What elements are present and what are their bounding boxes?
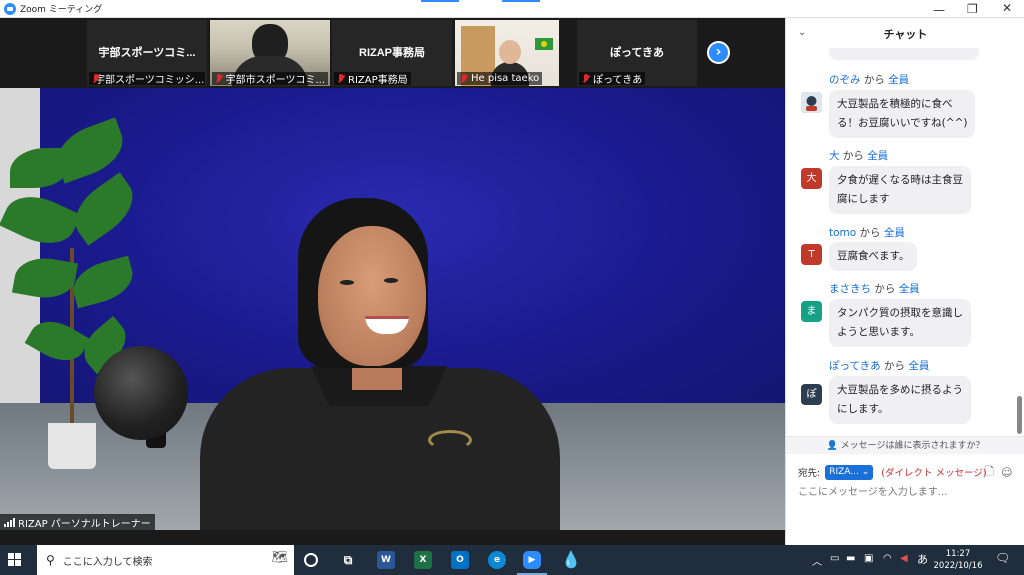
video-area: 宇部スポーツコミ... 宇部スポーツコミッシ... 宇部市スポーツコミ... R…	[0, 18, 785, 530]
windows-taskbar: ⚲ ここに入力して検索 🗺 ⧉ W X O e ▶ 💧 ︿ ▭ ▬ ▣ ◠ ◀ …	[0, 545, 1024, 575]
titlebar-accent	[421, 0, 459, 2]
message-bubble	[829, 48, 979, 60]
direct-message-label: (ダイレクト メッセージ)	[881, 468, 987, 479]
backdrop	[0, 88, 40, 418]
avatar: 大	[801, 168, 822, 189]
message-sender: ぽってきあ から 全員	[829, 360, 930, 372]
minimize-icon[interactable]: —	[933, 3, 945, 17]
task-view-icon[interactable]: ⧉	[339, 551, 357, 569]
connection-signal-icon	[4, 517, 15, 527]
word-icon[interactable]: W	[377, 551, 395, 569]
participant-video	[499, 40, 521, 64]
chat-header: ⌄ チャット — ❐ ✕	[786, 1, 1024, 48]
search-icon: ⚲	[46, 553, 55, 567]
chat-panel: ⌄ チャット — ❐ ✕ のぞみ から 全員 大豆製品を積極的に食べ る！お豆腐…	[785, 1, 1024, 545]
shirt-logo	[428, 430, 472, 450]
participant-label: RIZAP事務局	[334, 72, 411, 85]
avatar	[801, 92, 822, 113]
participant-thumbnail[interactable]: 宇部スポーツコミ... 宇部スポーツコミッシ...	[87, 20, 207, 86]
speaker-eye	[340, 280, 354, 285]
excel-icon[interactable]: X	[414, 551, 432, 569]
file-icon[interactable]: 🗋	[985, 463, 994, 482]
participant-label: 宇部スポーツコミッシ...	[89, 72, 205, 85]
avatar: ぽ	[801, 384, 822, 405]
window-titlebar: Zoom ミーティング	[0, 0, 1024, 18]
paint-drop-icon[interactable]: 💧	[561, 551, 581, 569]
ime-indicator[interactable]: あ	[917, 551, 928, 567]
active-speaker-video: RIZAP パーソナルトレーナー	[0, 88, 785, 530]
plant-pot	[48, 423, 96, 469]
chat-messages[interactable]: のぞみ から 全員 大豆製品を積極的に食べ る！お豆腐いいですね(^^) 大 か…	[786, 48, 1024, 436]
titlebar-accent	[502, 0, 540, 2]
participant-label: He pisa taeko	[457, 72, 543, 85]
participant-thumbnail[interactable]: ぽってきあ ぽってきあ	[577, 20, 697, 86]
recipient-dropdown[interactable]: RIZA... ⌄	[825, 464, 874, 480]
mic-muted-icon	[460, 73, 468, 84]
participant-thumbnail[interactable]: 宇部市スポーツコミ...	[210, 20, 330, 86]
message-sender: まさきち から 全員	[829, 283, 920, 295]
who-sees-link[interactable]: 👤 メッセージは誰に表示されますか？	[786, 436, 1024, 454]
participant-label: 宇部市スポーツコミ...	[212, 72, 328, 85]
message-bubble: タンパク質の摂取を意識し ようと思います。	[829, 299, 971, 347]
recipient-row: 宛先: RIZA... ⌄ (ダイレクト メッセージ) 🗋 ☺	[798, 464, 1018, 480]
chat-title: チャット	[883, 28, 928, 41]
wifi-icon[interactable]: ◠	[883, 553, 892, 564]
message-bubble: 大豆製品を積極的に食べ る！お豆腐いいですね(^^)	[829, 90, 976, 138]
taskbar-search[interactable]: ⚲ ここに入力して検索 🗺	[37, 545, 294, 575]
participant-center-name: ぽってきあ	[609, 47, 665, 59]
close-icon[interactable]: ✕	[1002, 1, 1012, 15]
zoom-app-icon[interactable]: ▶	[523, 551, 541, 569]
system-clock[interactable]: 11:27 2022/10/16	[928, 548, 988, 572]
battery-icon[interactable]: ▬	[846, 553, 855, 564]
tray-up-arrow-icon[interactable]: ︿	[812, 553, 822, 568]
chat-message-input[interactable]	[798, 484, 1013, 500]
search-highlight-icon: 🗺	[271, 550, 288, 565]
participant-center-name: RIZAP事務局	[359, 47, 425, 59]
message-sender: tomo から 全員	[829, 227, 905, 239]
avatar: T	[801, 244, 822, 265]
next-page-arrow-icon[interactable]: ›	[707, 41, 730, 64]
recipient-label: 宛先:	[798, 468, 821, 479]
participant-center-name: 宇部スポーツコミ...	[98, 47, 196, 59]
avatar: ま	[801, 301, 822, 322]
message-bubble: 大豆製品を多めに摂るよう にします。	[829, 376, 971, 424]
windows-start-icon[interactable]	[8, 553, 22, 567]
participant-thumbnail[interactable]: RIZAP事務局 RIZAP事務局	[332, 20, 452, 86]
cortana-icon[interactable]	[304, 553, 318, 567]
meet-now-icon[interactable]: ▭	[830, 553, 839, 564]
speaker-name-label: RIZAP パーソナルトレーナー	[0, 514, 155, 530]
mic-muted-icon	[582, 73, 590, 84]
notification-icon[interactable]: 🗨	[995, 551, 1010, 565]
avatar-image-icon	[801, 92, 822, 113]
chat-scrollbar[interactable]	[1017, 396, 1022, 434]
exercise-ball	[94, 346, 188, 440]
message-sender: 大 から 全員	[829, 150, 889, 162]
thumbnail-strip: 宇部スポーツコミ... 宇部スポーツコミッシ... 宇部市スポーツコミ... R…	[0, 18, 785, 88]
outlook-icon[interactable]: O	[451, 551, 469, 569]
message-sender: のぞみ から 全員	[829, 74, 910, 86]
mic-muted-icon	[215, 73, 223, 84]
clock-time: 11:27	[945, 549, 971, 559]
participant-thumbnail[interactable]: He pisa taeko	[455, 20, 559, 86]
zoom-logo-icon	[4, 2, 16, 15]
mic-muted-icon	[337, 73, 345, 84]
window-title: Zoom ミーティング	[20, 5, 103, 15]
message-bubble: 夕食が遅くなる時は主食豆 腐にします	[829, 166, 971, 214]
emoji-icon[interactable]: ☺	[1001, 466, 1012, 479]
clock-date: 2022/10/16	[933, 561, 983, 571]
edge-browser-icon[interactable]: e	[488, 551, 506, 569]
speaker-eye	[384, 278, 398, 283]
speaker-muted-icon[interactable]: ◀	[900, 553, 908, 564]
restore-icon[interactable]: ❐	[967, 2, 978, 16]
participant-label: ぽってきあ	[579, 72, 646, 85]
flag-decoration	[535, 38, 553, 50]
speaker-face	[318, 226, 426, 366]
display-icon[interactable]: ▣	[864, 553, 873, 564]
search-placeholder: ここに入力して検索	[62, 556, 153, 568]
message-bubble: 豆腐食べます。	[829, 242, 918, 271]
